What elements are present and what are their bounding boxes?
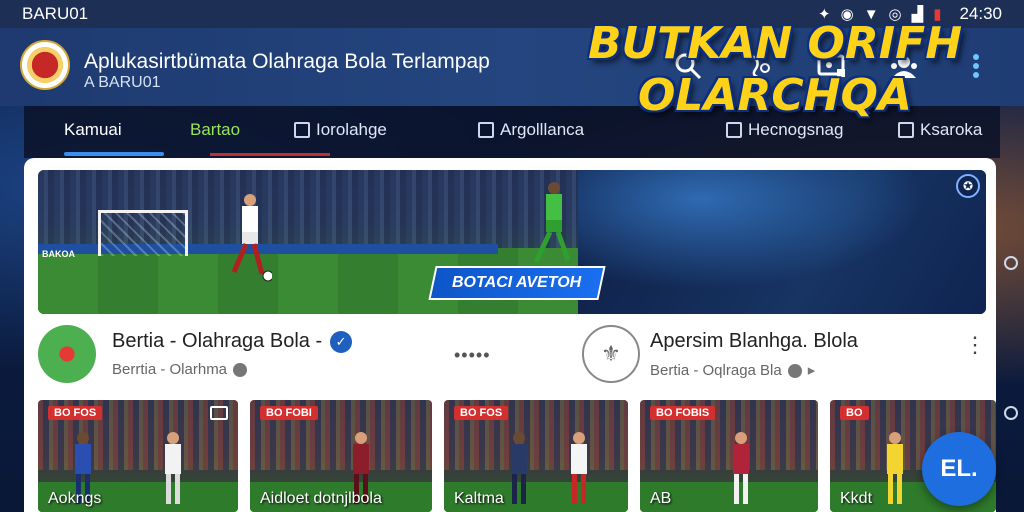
tab-label: Iorolahge	[316, 120, 387, 139]
thumbnail-caption: Kkdt	[840, 490, 873, 507]
channel-title: Apersim Blanhga. Blola	[650, 330, 858, 353]
app-subtitle: A BARU01	[84, 74, 161, 91]
banner-headline: BUTKAN ORIFH OLARCHQA	[587, 18, 963, 121]
thumbnail-caption: Aidloet dotnjlbola	[260, 490, 382, 507]
player-white-figure	[231, 194, 272, 282]
tab-iorolahge[interactable]: Iorolahge	[294, 120, 387, 140]
tab-ksaroka[interactable]: Ksaroka	[898, 120, 982, 140]
shield-icon: ✪	[956, 174, 980, 198]
app-logo[interactable]	[20, 40, 70, 90]
carrier-label: BARU01	[22, 4, 89, 23]
tab-label: Kamuai	[64, 120, 122, 139]
thumbnail-badge: BO FOS	[48, 406, 103, 420]
stadium-board-text: BAKOA	[42, 249, 75, 259]
thumbnail-caption: AB	[650, 490, 672, 507]
tab-label: Bartao	[190, 120, 241, 139]
video-thumbnail[interactable]: BO FOS Aokngs	[38, 400, 238, 512]
channel-subtitle-text: Berrtia - Olarhma	[112, 361, 228, 378]
channel-title-text: Apersim Blanhga. Blola	[650, 329, 858, 352]
channel-title: Bertia - Olahraga Bola - ✓	[112, 330, 353, 353]
player-figure	[511, 432, 527, 504]
channel-subtitle: Bertia - Oqlraga Bla ▸	[650, 361, 858, 379]
channel-text: Apersim Blanhga. Blola Bertia - Oqlraga …	[650, 330, 858, 379]
tab-icon	[294, 122, 310, 138]
thumbnail-badge: BO FOBIS	[650, 406, 716, 420]
goal-net	[98, 210, 188, 256]
tab-kamuai[interactable]: Kamuai	[64, 120, 122, 140]
status-dot-icon	[787, 363, 802, 378]
player-figure	[887, 432, 903, 504]
video-thumbnail[interactable]: BO FOS Kaltma	[444, 400, 628, 512]
more-vert-icon[interactable]: ⋮	[964, 332, 986, 358]
tab-bartao[interactable]: Bartao	[190, 120, 240, 140]
active-tab-indicator	[64, 152, 164, 156]
tab-hecnogsnag[interactable]: Hecnogsnag	[726, 120, 843, 140]
channel-title-text: Bertia - Olahraga Bola -	[112, 330, 323, 352]
thumbnail-badge: BO	[840, 406, 869, 420]
tab-icon	[898, 122, 914, 138]
tab-icon	[726, 122, 742, 138]
thumbnail-badge: BO FOS	[454, 406, 509, 420]
channel-text: Bertia - Olahraga Bola - ✓ Berrtia - Olar…	[112, 330, 353, 378]
tab-label: Hecnogsnag	[748, 120, 844, 139]
thumbnail-badge: BO FOBI	[260, 406, 318, 420]
tab-label: Ksaroka	[920, 120, 983, 139]
video-thumbnail[interactable]: BO FOBI Aidloet dotnjlbola	[250, 400, 432, 512]
channel-item[interactable]: Bertia - Olahraga Bola - ✓ Berrtia - Olar…	[38, 324, 353, 384]
thumbnail-caption: Aokngs	[48, 490, 102, 507]
floating-action-button[interactable]: EL.	[922, 432, 996, 506]
picture-icon	[210, 406, 228, 420]
avatar[interactable]	[38, 325, 96, 383]
channel-subtitle-text: Bertia - Oqlraga Bla	[650, 361, 782, 379]
player-figure	[165, 432, 181, 504]
tab-accent-underline	[210, 153, 330, 156]
chevron-right-icon: ▸	[807, 361, 816, 379]
channel-item[interactable]: ⚜ Apersim Blanhga. Blola Bertia - Oqlrag…	[582, 324, 858, 384]
avatar[interactable]: ⚜	[582, 325, 640, 383]
player-figure	[733, 432, 749, 504]
more-horiz-icon[interactable]: •••••	[454, 345, 491, 366]
clock: 24:30	[959, 4, 1002, 23]
banner-tag-label: BOTACI AVETOH	[452, 274, 582, 291]
tab-argolllanca[interactable]: Argolllanca	[478, 120, 584, 140]
channel-subtitle: Berrtia - Olarhma	[112, 361, 352, 378]
player-green-figure	[533, 182, 571, 264]
tab-label: Argolllanca	[500, 120, 585, 139]
app-title: Aplukasirtbümata Olahraga Bola Terlampap	[84, 50, 490, 73]
video-thumbnail[interactable]: BO FOBIS AB	[640, 400, 818, 512]
edge-handle[interactable]	[1004, 406, 1018, 420]
edge-handle[interactable]	[1004, 256, 1018, 270]
player-figure	[571, 432, 587, 504]
verified-icon: ✓	[330, 330, 353, 353]
tab-icon	[478, 122, 494, 138]
banner-graphic	[578, 170, 986, 314]
thumbnail-caption: Kaltma	[454, 490, 504, 507]
status-dot-icon	[233, 363, 248, 378]
banner-tag[interactable]: BOTACI AVETOH	[428, 266, 606, 300]
